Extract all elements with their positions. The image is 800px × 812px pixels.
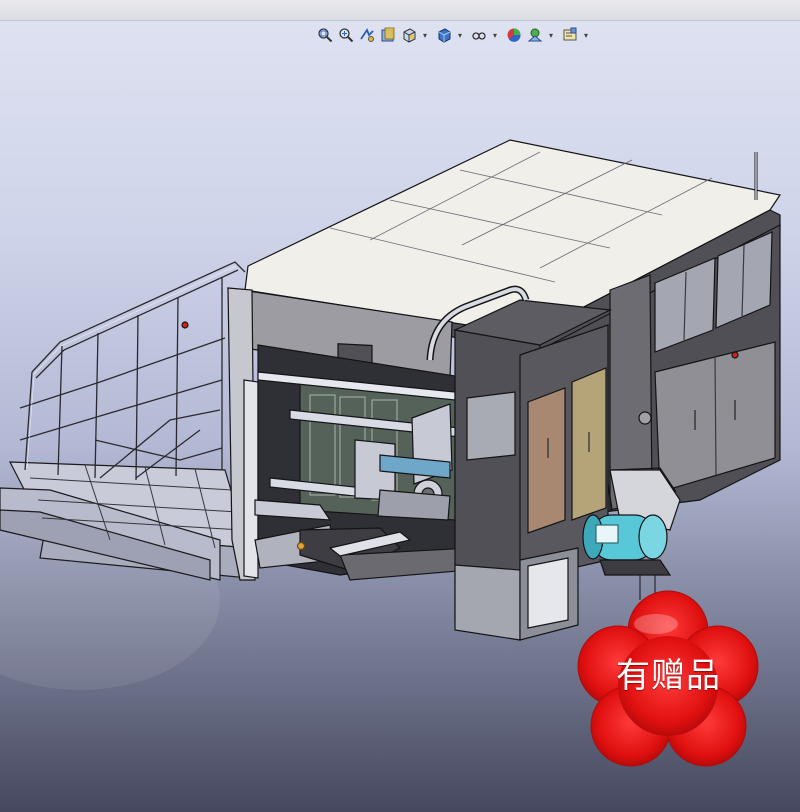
window-top-strip [0,0,800,21]
gift-badge-label: 有赠品 [616,656,721,696]
operator-platform [0,261,249,581]
gift-badge: 有赠品 [576,586,761,781]
machine-body [181,139,781,641]
